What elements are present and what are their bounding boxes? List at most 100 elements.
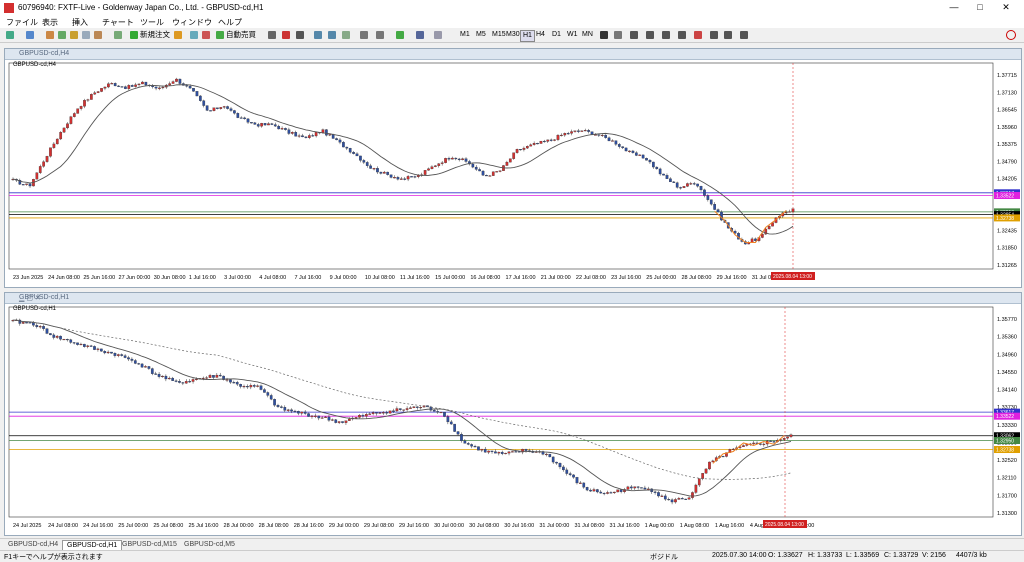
- candle-body: [52, 143, 56, 148]
- periods-icon[interactable]: [416, 31, 424, 39]
- x-axis-label: 27 Jun 00:00: [119, 275, 151, 281]
- candle-body: [556, 134, 560, 140]
- horizontal-line-icon[interactable]: [646, 31, 654, 39]
- tab-gbpusd-h4[interactable]: GBPUSD-cd,H4: [4, 540, 62, 550]
- menu-view[interactable]: 表示: [42, 17, 58, 28]
- tf-m30[interactable]: M30: [504, 30, 522, 40]
- menu-file[interactable]: ファイル: [6, 17, 38, 28]
- chart-window-h1-controls[interactable]: ▁ ▢ ✕: [19, 294, 1017, 302]
- candle-body: [239, 117, 243, 119]
- indicators-icon[interactable]: [396, 31, 404, 39]
- candle-body: [396, 177, 400, 180]
- navigator-icon[interactable]: [70, 31, 78, 39]
- x-axis-label: 11 Jul 16:00: [400, 275, 430, 281]
- auto-trading-button[interactable]: 自動売買: [226, 30, 256, 40]
- crosshair-icon[interactable]: [614, 31, 622, 39]
- tab-gbpusd-m5[interactable]: GBPUSD-cd,M5: [180, 540, 239, 550]
- candle-body: [405, 408, 409, 410]
- candle-body: [497, 451, 501, 454]
- bar-chart-icon[interactable]: [268, 31, 276, 39]
- candle-body: [708, 461, 711, 470]
- candle-body: [42, 161, 45, 167]
- new-order-button[interactable]: 新規注文: [140, 30, 170, 40]
- candle-body: [99, 348, 103, 352]
- strategy-tester-icon[interactable]: [94, 31, 102, 39]
- minimize-button[interactable]: —: [942, 2, 966, 12]
- candle-body: [79, 106, 83, 109]
- tab-gbpusd-m15[interactable]: GBPUSD-cd,M15: [118, 540, 181, 550]
- auto-trading-icon[interactable]: [216, 31, 224, 39]
- candle-body: [692, 183, 696, 185]
- h4-chart-canvas[interactable]: 1.37715 1.37130 1.36545 1.35960 1.35375 1.347…: [5, 59, 1021, 287]
- vps-icon[interactable]: [202, 31, 210, 39]
- candle-body: [388, 410, 392, 414]
- channel-icon[interactable]: [678, 31, 686, 39]
- candle-body: [76, 342, 79, 345]
- auto-scroll-icon[interactable]: [360, 31, 368, 39]
- candle-body: [611, 140, 614, 142]
- candle-body: [655, 166, 659, 170]
- chart-shift-icon[interactable]: [376, 31, 384, 39]
- candle-body: [341, 421, 344, 423]
- meta-editor-icon[interactable]: [114, 31, 122, 39]
- trendline-icon[interactable]: [662, 31, 670, 39]
- tf-h4[interactable]: H4: [534, 30, 547, 40]
- candle-body: [788, 211, 791, 213]
- candle-body: [359, 155, 362, 161]
- signals-icon[interactable]: [174, 31, 182, 39]
- maximize-button[interactable]: □: [968, 2, 992, 12]
- market-icon[interactable]: [190, 31, 198, 39]
- search-icon[interactable]: [1006, 30, 1016, 40]
- arrows-icon[interactable]: [740, 31, 748, 39]
- text-label-icon[interactable]: [724, 31, 732, 39]
- fibonacci-icon[interactable]: [694, 31, 702, 39]
- market-watch-icon[interactable]: [46, 31, 54, 39]
- tf-h1[interactable]: H1: [520, 30, 535, 42]
- tf-d1[interactable]: D1: [550, 30, 563, 40]
- menu-window[interactable]: ウィンドウ: [172, 17, 212, 28]
- candle-body: [555, 461, 558, 464]
- candle-body: [473, 446, 477, 448]
- tf-w1[interactable]: W1: [565, 30, 580, 40]
- tf-m1[interactable]: M1: [458, 30, 472, 40]
- zoom-out-icon[interactable]: [328, 31, 336, 39]
- line-chart-icon[interactable]: [296, 31, 304, 39]
- menu-insert[interactable]: 挿入: [72, 17, 88, 28]
- candle-body: [188, 85, 192, 89]
- data-window-icon[interactable]: [58, 31, 66, 39]
- candle-body: [62, 339, 66, 341]
- candle-body: [444, 158, 447, 163]
- menu-tools[interactable]: ツール: [140, 17, 164, 28]
- y-axis-label: 1.35360: [997, 335, 1017, 341]
- candle-body: [393, 177, 396, 179]
- new-order-icon[interactable]: [130, 31, 138, 39]
- candle-body: [580, 130, 584, 132]
- terminal-icon[interactable]: [82, 31, 90, 39]
- cursor-icon[interactable]: [600, 31, 608, 39]
- candle-body: [310, 415, 314, 417]
- new-chart-icon[interactable]: [6, 31, 14, 39]
- text-icon[interactable]: [710, 31, 718, 39]
- profiles-icon[interactable]: [26, 31, 34, 39]
- zoom-in-icon[interactable]: [314, 31, 322, 39]
- candle-body: [662, 173, 665, 176]
- candle-body: [157, 373, 161, 377]
- chart-window-h4[interactable]: GBPUSD-cd,H4 1.37715 1.37130 1.36545 1.3596…: [4, 48, 1022, 288]
- candle-body: [621, 146, 625, 149]
- chart-window-h1[interactable]: GBPUSD-cd,H1 ▁ ▢ ✕ 1.35770 1.35360 1.34960…: [4, 292, 1022, 536]
- templates-icon[interactable]: [434, 31, 442, 39]
- candle-body: [612, 491, 616, 494]
- candle-body: [582, 482, 586, 488]
- candlestick-chart-icon[interactable]: [282, 31, 290, 39]
- candle-body: [42, 326, 45, 329]
- candle-body: [604, 134, 608, 138]
- candle-body: [599, 491, 603, 494]
- vertical-line-icon[interactable]: [630, 31, 638, 39]
- tf-m5[interactable]: M5: [474, 30, 488, 40]
- tile-windows-icon[interactable]: [342, 31, 350, 39]
- menu-chart[interactable]: チャート: [102, 17, 134, 28]
- menu-help[interactable]: ヘルプ: [218, 17, 242, 28]
- h1-chart-canvas[interactable]: 1.357701.353601.349601.345501.341401.337…: [5, 303, 1021, 535]
- tf-mn[interactable]: MN: [580, 30, 595, 40]
- close-button[interactable]: ✕: [994, 2, 1018, 13]
